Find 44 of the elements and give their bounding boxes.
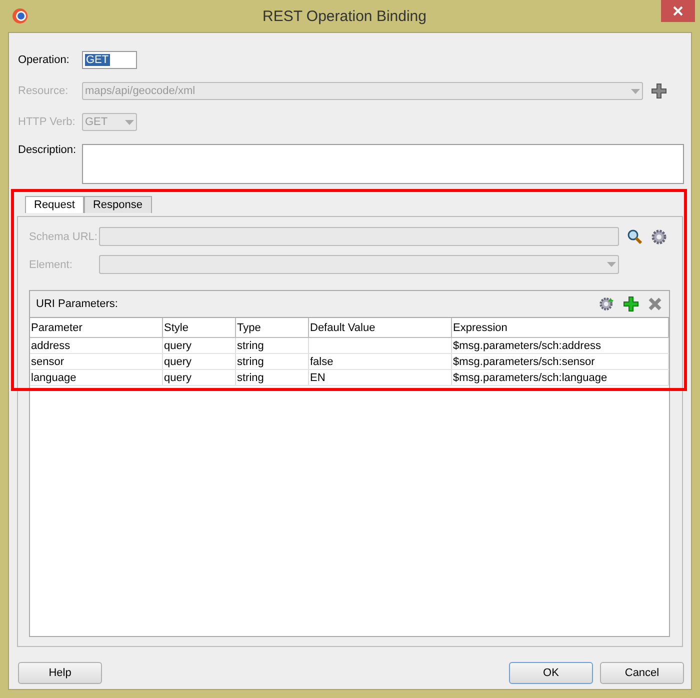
column-header[interactable]: Parameter xyxy=(30,318,162,338)
column-header[interactable]: Type xyxy=(236,318,308,338)
gear-icon[interactable] xyxy=(651,228,667,244)
dropdown-caret-icon xyxy=(125,120,134,124)
field-label: Schema URL: xyxy=(29,230,98,242)
table-cell: $msg.parameters/sch:language xyxy=(453,372,608,384)
table-cell: language xyxy=(31,372,76,384)
table-cell: EN xyxy=(310,372,326,384)
close-icon xyxy=(673,6,683,16)
table-cell: address xyxy=(31,340,70,352)
dialog-button[interactable]: OK xyxy=(509,662,593,684)
table-cell: query xyxy=(164,340,192,352)
tab[interactable]: Response xyxy=(84,196,152,213)
table-cell: string xyxy=(237,356,264,368)
window-title: REST Operation Binding xyxy=(262,8,428,24)
table-cell: query xyxy=(164,372,192,384)
field-label: Element: xyxy=(29,258,74,270)
description-field[interactable] xyxy=(82,144,684,184)
section-title: URI Parameters: xyxy=(36,298,119,310)
operation-field[interactable]: GET xyxy=(82,51,137,69)
table-cell: $msg.parameters/sch:address xyxy=(453,340,601,352)
dialog-button[interactable]: Help xyxy=(18,662,102,684)
table-cell: string xyxy=(237,340,264,352)
table-cell: sensor xyxy=(31,356,64,368)
dialog-button[interactable]: Cancel xyxy=(600,662,684,684)
field-label: Description: xyxy=(18,144,78,156)
table-cell: query xyxy=(164,356,192,368)
field-label: HTTP Verb: xyxy=(18,116,76,128)
search-icon[interactable] xyxy=(627,228,643,244)
column-header[interactable]: Expression xyxy=(452,318,668,338)
tab[interactable]: Request xyxy=(25,196,84,213)
app-icon xyxy=(12,8,28,24)
delete-icon[interactable] xyxy=(647,296,663,312)
table-cell: false xyxy=(310,356,334,368)
field-label: Resource: xyxy=(18,85,70,97)
add-icon[interactable] xyxy=(623,296,639,312)
field-label: Operation: xyxy=(18,54,70,66)
plus-icon[interactable] xyxy=(651,83,667,99)
table-cell: string xyxy=(237,372,264,384)
dropdown-caret-icon xyxy=(631,88,640,94)
column-header[interactable]: Default Value xyxy=(308,318,452,338)
table-cell: $msg.parameters/sch:sensor xyxy=(453,356,595,368)
column-header[interactable]: Style xyxy=(162,318,236,338)
dropdown-caret-icon xyxy=(607,262,616,267)
